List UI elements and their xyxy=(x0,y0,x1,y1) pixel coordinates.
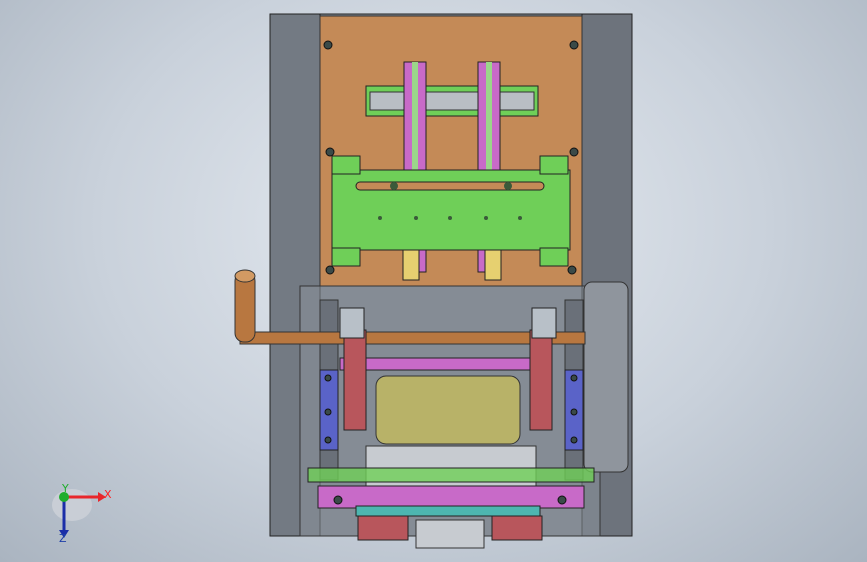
handle-cap xyxy=(234,269,256,283)
left-arm[interactable] xyxy=(343,329,367,431)
magenta-shaft xyxy=(339,357,531,371)
assembly-model[interactable]: X Y Z xyxy=(0,0,867,562)
y-axis-label: Y xyxy=(61,482,69,495)
z-axis-label: Z xyxy=(59,532,67,545)
triad-shadow xyxy=(52,489,92,521)
right-arm[interactable] xyxy=(529,329,553,431)
axis-triad: X Y Z xyxy=(52,482,112,545)
cad-viewport[interactable]: X Y Z xyxy=(0,0,867,562)
carriage-tab-bl xyxy=(331,247,361,267)
carriage-tab-tl xyxy=(331,155,361,175)
base-rail xyxy=(307,467,595,483)
right-red-block[interactable] xyxy=(491,515,543,541)
upper-rod xyxy=(369,91,535,111)
right-clamp[interactable] xyxy=(484,249,502,281)
pulley[interactable] xyxy=(583,281,629,473)
x-axis-label: X xyxy=(104,488,112,501)
carriage-slot xyxy=(355,181,545,191)
left-clamp[interactable] xyxy=(402,249,420,281)
roller[interactable] xyxy=(375,375,521,445)
left-bearing xyxy=(339,307,365,339)
left-red-block[interactable] xyxy=(357,515,409,541)
center-foot xyxy=(415,519,485,549)
bottom-bar[interactable] xyxy=(317,485,585,509)
bottom-teal-plate xyxy=(355,505,541,517)
carriage-tab-br xyxy=(539,247,569,267)
right-bearing xyxy=(531,307,557,339)
carriage-tab-tr xyxy=(539,155,569,175)
